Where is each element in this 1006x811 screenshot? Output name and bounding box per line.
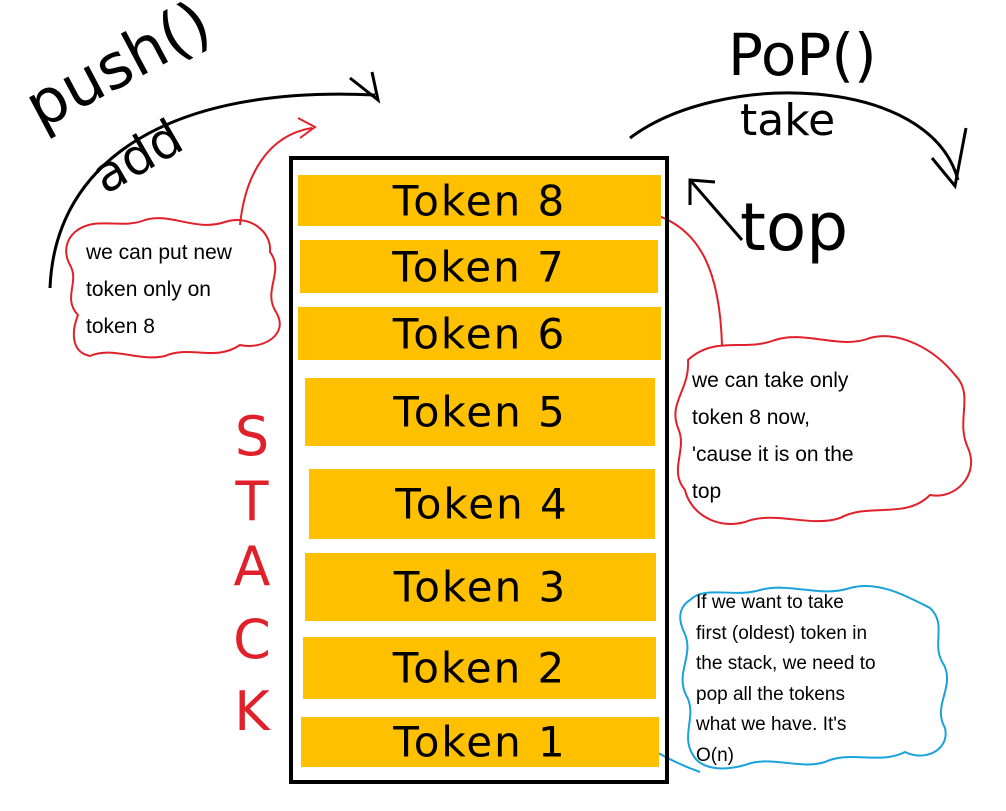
note-line: first (oldest) token in [696,622,868,644]
pop-all-note: If we want to take first (oldest) token … [696,588,876,771]
take-label: take [740,95,835,146]
token-label: Token 5 [393,387,567,437]
stack-letter: T [235,470,269,533]
top-arrow [688,179,744,241]
top-label: top [740,189,848,266]
token-label: Token 1 [393,717,567,767]
token-label: Token 8 [392,176,567,225]
token-label: Token 4 [395,479,569,529]
stack-diagram: push() add PoP() take top S T A C K Toke… [0,0,1006,811]
token-8: Token 8 [298,175,661,226]
note-line: token 8 now, [692,406,810,429]
stack-letter: C [233,608,271,671]
note-line: top [692,480,722,503]
token-2: Token 2 [303,637,656,699]
stack-letter: S [234,405,270,468]
note-line: token only on [86,278,211,301]
note-line: what we have. It's [696,714,847,735]
note-line: 'cause it is on the [692,443,854,466]
push-note-arrow-head [297,117,317,139]
note-line: If we want to take [696,592,844,613]
token-label: Token 3 [393,562,568,612]
add-label: add [82,108,193,205]
token-4: Token 4 [309,469,655,539]
note-line: we can take only [692,369,849,392]
top-note: we can take only token 8 now, 'cause it … [692,362,854,510]
push-label: push() [13,0,223,143]
token-3: Token 3 [305,553,656,621]
note-line: pop all the tokens [696,683,845,705]
token-label: Token 2 [392,643,567,693]
note-line: token 8 [86,315,155,338]
token-label: Token 7 [392,242,566,291]
note-line: O(n) [696,744,734,766]
stack-letter: K [234,680,270,743]
note-line: we can put new [86,241,232,264]
push-note: we can put new token only on token 8 [86,234,232,345]
pop-label: PoP() [728,21,877,89]
token-5: Token 5 [305,378,655,446]
note-line: the stack, we need to [696,653,876,674]
stack-letter: A [233,535,271,598]
token-6: Token 6 [298,307,661,360]
token-1: Token 1 [301,717,659,767]
token-label: Token 6 [392,309,567,358]
token-7: Token 7 [300,240,658,293]
